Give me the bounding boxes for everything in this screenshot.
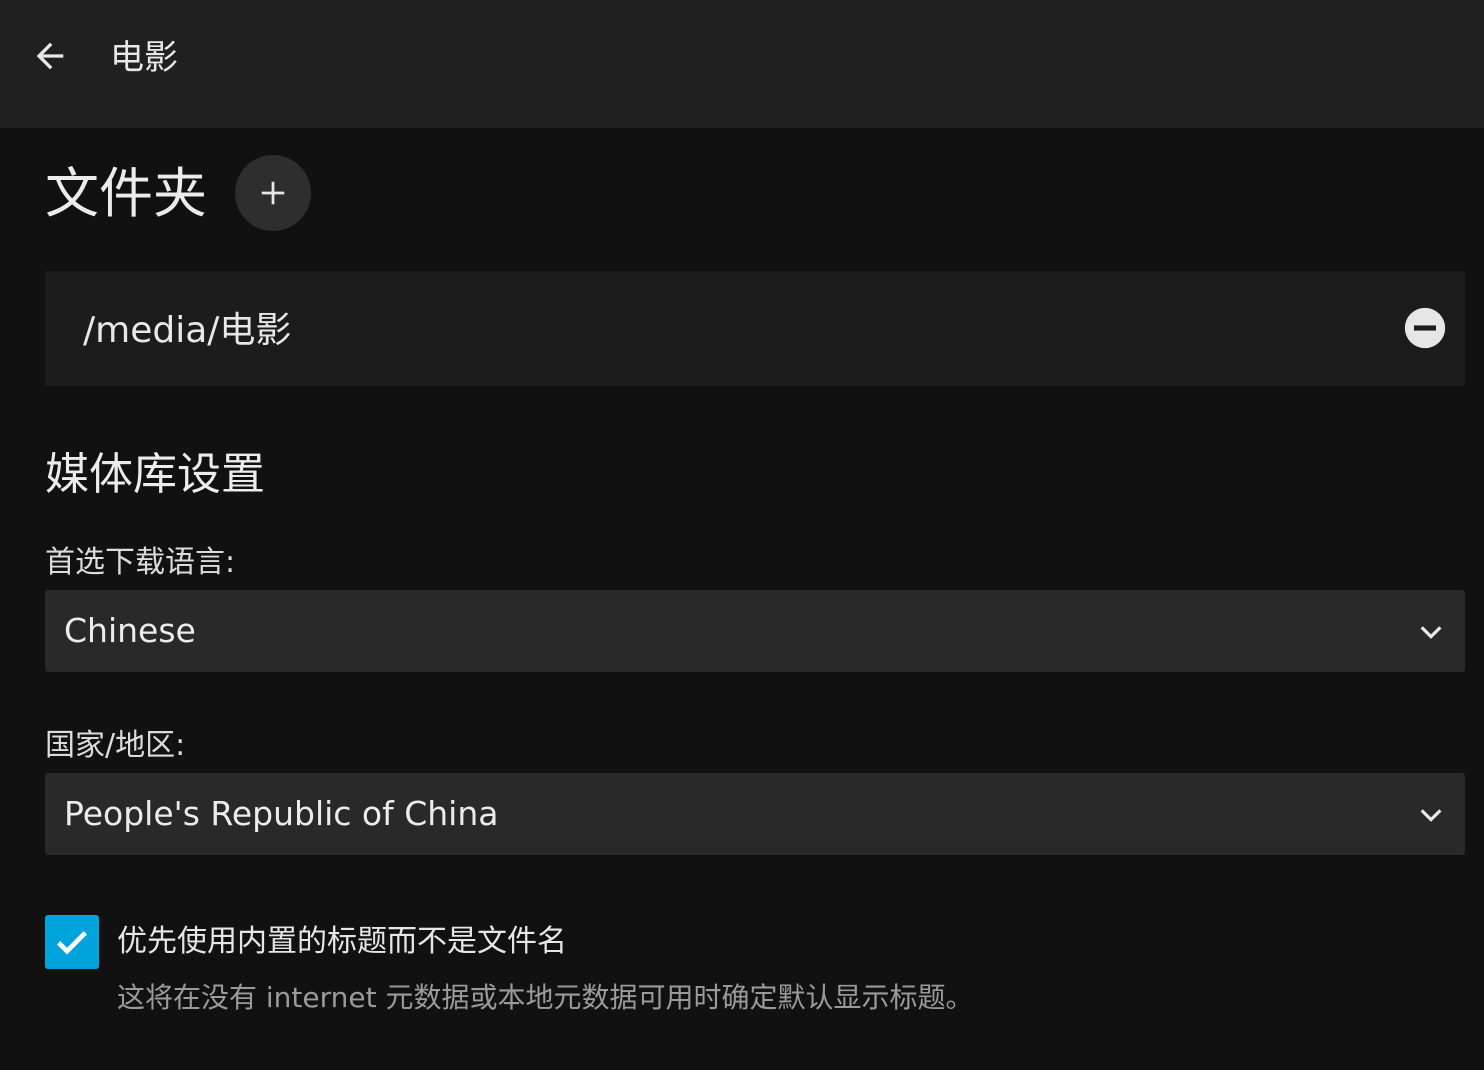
library-settings-heading: 媒体库设置 (45, 449, 265, 500)
preferred-language-value: Chinese (64, 611, 196, 650)
chevron-down-icon (1420, 626, 1442, 639)
minus-circle-icon (1404, 307, 1446, 349)
page-title: 电影 (110, 38, 178, 78)
plus-icon (261, 181, 285, 205)
remove-folder-button[interactable] (1403, 306, 1447, 350)
prefer-embedded-titles-checkbox[interactable] (45, 915, 99, 969)
folders-heading: 文件夹 (45, 162, 207, 225)
add-folder-button[interactable] (235, 155, 311, 231)
folder-list-item: /media/电影 (45, 271, 1465, 386)
check-icon (57, 931, 87, 955)
folder-path: /media/电影 (83, 310, 292, 351)
preferred-language-label: 首选下载语言: (45, 545, 236, 580)
country-value: People's Republic of China (64, 794, 499, 833)
app-header: 电影 (0, 0, 1484, 128)
prefer-embedded-titles-label[interactable]: 优先使用内置的标题而不是文件名 (117, 922, 567, 962)
back-button[interactable] (28, 34, 72, 78)
arrow-left-icon (36, 42, 64, 70)
prefer-embedded-titles-description: 这将在没有 internet 元数据或本地元数据可用时确定默认显示标题。 (117, 981, 974, 1014)
country-label: 国家/地区: (45, 728, 186, 763)
chevron-down-icon (1420, 809, 1442, 822)
country-select[interactable]: People's Republic of China (45, 773, 1465, 855)
preferred-language-select[interactable]: Chinese (45, 590, 1465, 672)
